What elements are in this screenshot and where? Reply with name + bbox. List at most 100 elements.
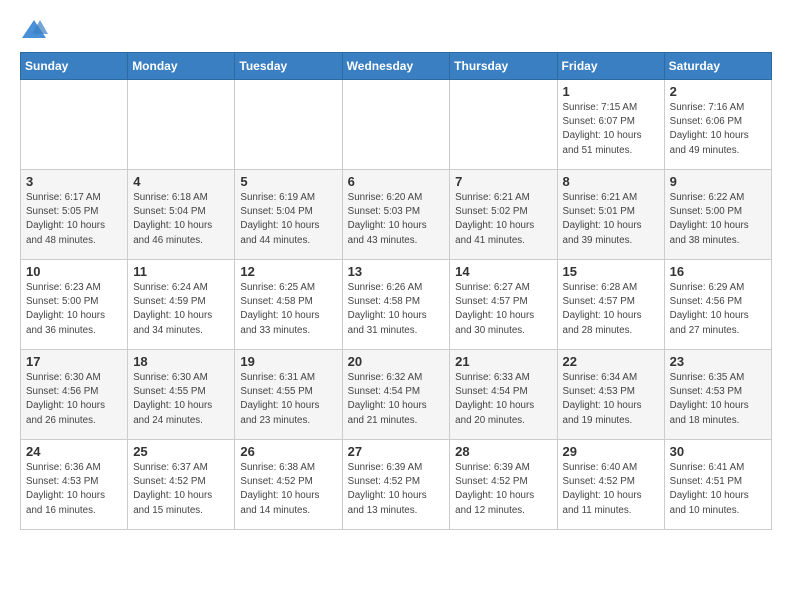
day-info: Sunrise: 6:32 AMSunset: 4:54 PMDaylight:… [348, 371, 445, 428]
calendar-header: SundayMondayTuesdayWednesdayThursdayFrid… [21, 53, 772, 80]
day-info: Sunrise: 6:21 AMSunset: 5:02 PMDaylight:… [455, 191, 551, 248]
day-info: Sunrise: 6:40 AMSunset: 4:52 PMDaylight:… [563, 461, 659, 518]
day-number: 12 [240, 264, 336, 279]
calendar-cell: 27 Sunrise: 6:39 AMSunset: 4:52 PMDayligh… [342, 440, 450, 530]
calendar-cell: 30 Sunrise: 6:41 AMSunset: 4:51 PMDayligh… [664, 440, 771, 530]
day-number: 24 [26, 444, 122, 459]
calendar-cell: 16 Sunrise: 6:29 AMSunset: 4:56 PMDayligh… [664, 260, 771, 350]
day-number: 14 [455, 264, 551, 279]
calendar-cell: 17 Sunrise: 6:30 AMSunset: 4:56 PMDayligh… [21, 350, 128, 440]
day-info: Sunrise: 6:39 AMSunset: 4:52 PMDaylight:… [455, 461, 551, 518]
calendar-cell: 12 Sunrise: 6:25 AMSunset: 4:58 PMDayligh… [235, 260, 342, 350]
day-info: Sunrise: 6:41 AMSunset: 4:51 PMDaylight:… [670, 461, 766, 518]
day-info: Sunrise: 6:27 AMSunset: 4:57 PMDaylight:… [455, 281, 551, 338]
header-friday: Friday [557, 53, 664, 80]
day-info: Sunrise: 6:38 AMSunset: 4:52 PMDaylight:… [240, 461, 336, 518]
calendar-cell [342, 80, 450, 170]
day-number: 28 [455, 444, 551, 459]
day-number: 1 [563, 84, 659, 99]
day-number: 18 [133, 354, 229, 369]
logo [20, 16, 52, 44]
day-info: Sunrise: 6:30 AMSunset: 4:55 PMDaylight:… [133, 371, 229, 428]
calendar-cell: 5 Sunrise: 6:19 AMSunset: 5:04 PMDaylight… [235, 170, 342, 260]
calendar-table: SundayMondayTuesdayWednesdayThursdayFrid… [20, 52, 772, 530]
calendar-cell: 14 Sunrise: 6:27 AMSunset: 4:57 PMDayligh… [450, 260, 557, 350]
calendar-cell: 15Sunrise: 6:28 AMSunset: 4:57 PMDayligh… [557, 260, 664, 350]
day-number: 11 [133, 264, 229, 279]
day-number: 20 [348, 354, 445, 369]
week-row-3: 17 Sunrise: 6:30 AMSunset: 4:56 PMDayligh… [21, 350, 772, 440]
day-number: 26 [240, 444, 336, 459]
day-info: Sunrise: 7:15 AMSunset: 6:07 PMDaylight:… [563, 101, 659, 158]
calendar-cell: 1 Sunrise: 7:15 AMSunset: 6:07 PMDaylight… [557, 80, 664, 170]
calendar-cell: 11 Sunrise: 6:24 AMSunset: 4:59 PMDayligh… [128, 260, 235, 350]
calendar-cell: 4 Sunrise: 6:18 AMSunset: 5:04 PMDaylight… [128, 170, 235, 260]
day-info: Sunrise: 6:26 AMSunset: 4:58 PMDaylight:… [348, 281, 445, 338]
day-info: Sunrise: 6:36 AMSunset: 4:53 PMDaylight:… [26, 461, 122, 518]
calendar-cell: 19Sunrise: 6:31 AMSunset: 4:55 PMDayligh… [235, 350, 342, 440]
calendar-cell: 20 Sunrise: 6:32 AMSunset: 4:54 PMDayligh… [342, 350, 450, 440]
day-info: Sunrise: 6:18 AMSunset: 5:04 PMDaylight:… [133, 191, 229, 248]
day-number: 4 [133, 174, 229, 189]
day-info: Sunrise: 6:22 AMSunset: 5:00 PMDaylight:… [670, 191, 766, 248]
day-number: 29 [563, 444, 659, 459]
day-info: Sunrise: 6:17 AMSunset: 5:05 PMDaylight:… [26, 191, 122, 248]
calendar-cell: 18 Sunrise: 6:30 AMSunset: 4:55 PMDayligh… [128, 350, 235, 440]
day-number: 13 [348, 264, 445, 279]
day-number: 16 [670, 264, 766, 279]
day-info: Sunrise: 6:31 AMSunset: 4:55 PMDaylight:… [240, 371, 336, 428]
header-sunday: Sunday [21, 53, 128, 80]
header-saturday: Saturday [664, 53, 771, 80]
header-monday: Monday [128, 53, 235, 80]
calendar-cell: 13 Sunrise: 6:26 AMSunset: 4:58 PMDayligh… [342, 260, 450, 350]
day-info: Sunrise: 6:29 AMSunset: 4:56 PMDaylight:… [670, 281, 766, 338]
calendar-cell: 9 Sunrise: 6:22 AMSunset: 5:00 PMDaylight… [664, 170, 771, 260]
day-info: Sunrise: 6:39 AMSunset: 4:52 PMDaylight:… [348, 461, 445, 518]
calendar-cell: 3 Sunrise: 6:17 AMSunset: 5:05 PMDaylight… [21, 170, 128, 260]
logo-icon [20, 16, 48, 44]
day-info: Sunrise: 6:21 AMSunset: 5:01 PMDaylight:… [563, 191, 659, 248]
day-number: 5 [240, 174, 336, 189]
calendar-cell: 22 Sunrise: 6:34 AMSunset: 4:53 PMDayligh… [557, 350, 664, 440]
header-thursday: Thursday [450, 53, 557, 80]
week-row-1: 3 Sunrise: 6:17 AMSunset: 5:05 PMDaylight… [21, 170, 772, 260]
day-info: Sunrise: 6:30 AMSunset: 4:56 PMDaylight:… [26, 371, 122, 428]
calendar-body: 1 Sunrise: 7:15 AMSunset: 6:07 PMDaylight… [21, 80, 772, 530]
day-number: 7 [455, 174, 551, 189]
page-header [20, 16, 772, 44]
calendar-cell: 28 Sunrise: 6:39 AMSunset: 4:52 PMDayligh… [450, 440, 557, 530]
calendar-cell [21, 80, 128, 170]
day-number: 21 [455, 354, 551, 369]
day-info: Sunrise: 6:37 AMSunset: 4:52 PMDaylight:… [133, 461, 229, 518]
calendar-cell [128, 80, 235, 170]
day-number: 8 [563, 174, 659, 189]
header-wednesday: Wednesday [342, 53, 450, 80]
calendar-cell [235, 80, 342, 170]
day-number: 10 [26, 264, 122, 279]
week-row-4: 24 Sunrise: 6:36 AMSunset: 4:53 PMDayligh… [21, 440, 772, 530]
day-info: Sunrise: 6:20 AMSunset: 5:03 PMDaylight:… [348, 191, 445, 248]
day-number: 6 [348, 174, 445, 189]
day-number: 22 [563, 354, 659, 369]
day-info: Sunrise: 6:35 AMSunset: 4:53 PMDaylight:… [670, 371, 766, 428]
day-info: Sunrise: 6:25 AMSunset: 4:58 PMDaylight:… [240, 281, 336, 338]
day-info: Sunrise: 6:34 AMSunset: 4:53 PMDaylight:… [563, 371, 659, 428]
day-info: Sunrise: 6:19 AMSunset: 5:04 PMDaylight:… [240, 191, 336, 248]
day-info: Sunrise: 6:33 AMSunset: 4:54 PMDaylight:… [455, 371, 551, 428]
calendar-cell: 26 Sunrise: 6:38 AMSunset: 4:52 PMDayligh… [235, 440, 342, 530]
calendar-cell: 21 Sunrise: 6:33 AMSunset: 4:54 PMDayligh… [450, 350, 557, 440]
week-row-0: 1 Sunrise: 7:15 AMSunset: 6:07 PMDaylight… [21, 80, 772, 170]
day-info: Sunrise: 6:23 AMSunset: 5:00 PMDaylight:… [26, 281, 122, 338]
calendar-cell: 23 Sunrise: 6:35 AMSunset: 4:53 PMDayligh… [664, 350, 771, 440]
day-number: 23 [670, 354, 766, 369]
day-number: 30 [670, 444, 766, 459]
header-tuesday: Tuesday [235, 53, 342, 80]
day-number: 2 [670, 84, 766, 99]
day-number: 9 [670, 174, 766, 189]
day-number: 27 [348, 444, 445, 459]
day-number: 25 [133, 444, 229, 459]
day-number: 17 [26, 354, 122, 369]
day-number: 3 [26, 174, 122, 189]
week-row-2: 10 Sunrise: 6:23 AMSunset: 5:00 PMDayligh… [21, 260, 772, 350]
day-info: Sunrise: 6:24 AMSunset: 4:59 PMDaylight:… [133, 281, 229, 338]
